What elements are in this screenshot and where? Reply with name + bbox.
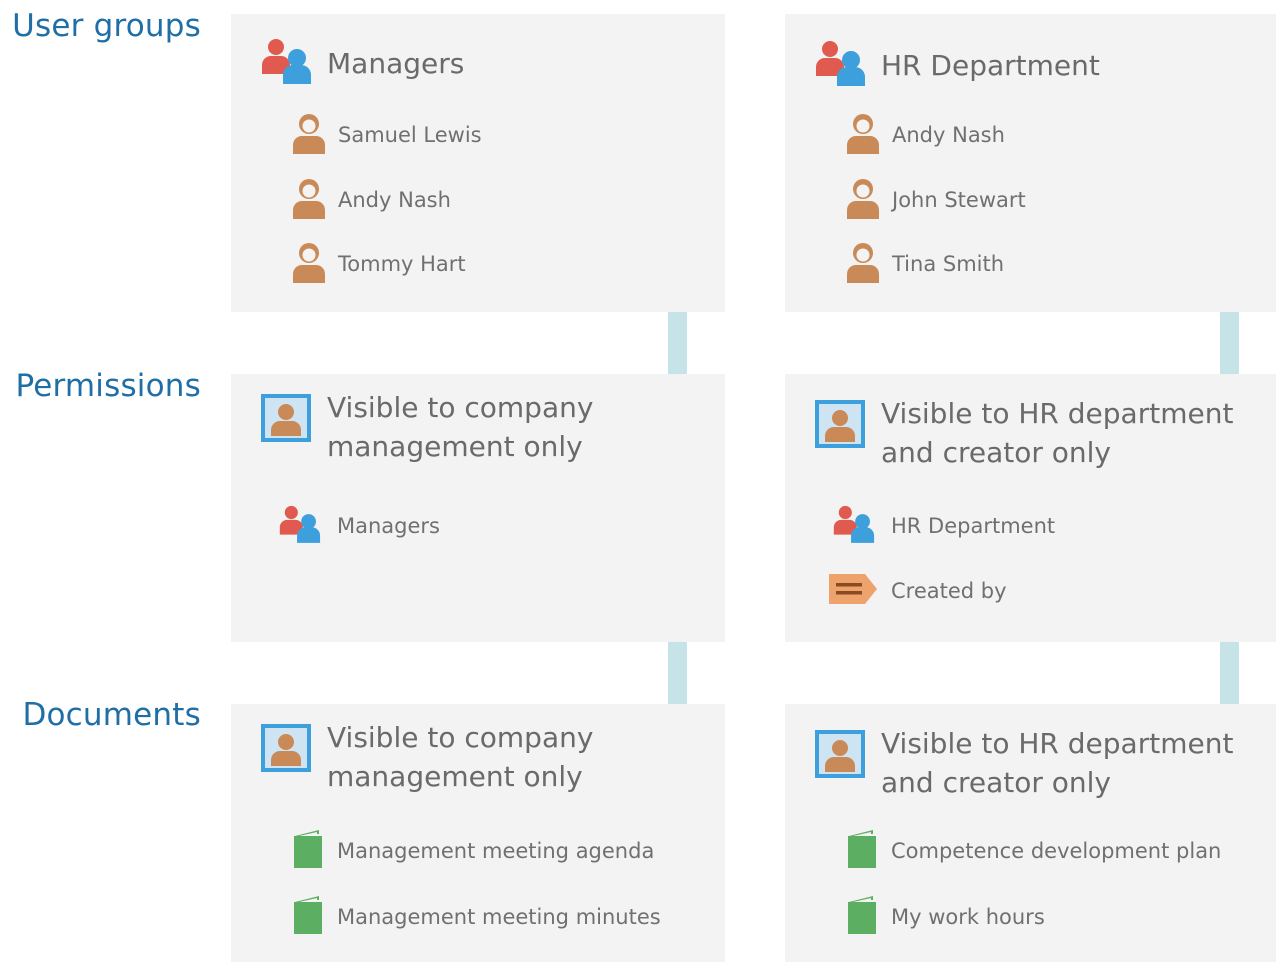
document-name: Competence development plan: [891, 839, 1222, 863]
group-member: Samuel Lewis: [292, 112, 482, 158]
document-icon: [845, 894, 879, 940]
user-group-icon: [833, 504, 879, 548]
permission-header: Visible to HR department and creator onl…: [815, 397, 1271, 472]
person-icon: [292, 177, 326, 223]
document-group-title: Visible to HR department and creator onl…: [881, 727, 1234, 799]
document-card-hr: Visible to HR department and creator onl…: [785, 704, 1276, 962]
permission-item: HR Department: [833, 504, 1055, 548]
permission-item-label: Managers: [337, 514, 440, 538]
document-group-header: Visible to HR department and creator onl…: [815, 727, 1271, 802]
section-label-permissions: Permissions: [15, 368, 201, 404]
connector-line: [668, 642, 687, 704]
permission-title: Visible to HR department and creator onl…: [881, 397, 1234, 469]
person-icon: [846, 177, 880, 223]
permission-profile-icon: [815, 730, 865, 782]
member-name: John Stewart: [892, 188, 1026, 212]
permission-profile-icon: [815, 400, 865, 452]
person-icon: [846, 112, 880, 158]
created-by-tag-icon: [827, 572, 879, 610]
user-group-icon: [261, 38, 317, 88]
section-label-user-groups: User groups: [12, 8, 201, 44]
section-label-documents: Documents: [22, 697, 201, 733]
member-name: Andy Nash: [338, 188, 451, 212]
document-name: My work hours: [891, 905, 1045, 929]
member-name: Andy Nash: [892, 123, 1005, 147]
person-icon: [292, 241, 326, 287]
group-member: Andy Nash: [846, 112, 1005, 158]
permission-profile-icon: [261, 724, 311, 776]
user-group-header: HR Department: [815, 40, 1100, 90]
document-item[interactable]: My work hours: [845, 894, 1045, 940]
permission-profile-icon: [261, 394, 311, 446]
user-group-icon: [279, 504, 325, 548]
document-card-management: Visible to company management only Manag…: [231, 704, 725, 962]
document-item[interactable]: Management meeting agenda: [291, 828, 654, 874]
document-icon: [291, 828, 325, 874]
user-group-card-managers: Managers Samuel Lewis Andy Nash Tommy Ha…: [231, 14, 725, 312]
group-title: Managers: [327, 46, 465, 80]
person-icon: [846, 241, 880, 287]
connector-line: [668, 312, 687, 374]
document-icon: [291, 894, 325, 940]
member-name: Tommy Hart: [338, 252, 466, 276]
document-group-header: Visible to company management only: [261, 721, 717, 796]
permission-title: Visible to company management only: [327, 391, 594, 463]
document-group-title: Visible to company management only: [327, 721, 594, 793]
document-item[interactable]: Competence development plan: [845, 828, 1221, 874]
member-name: Tina Smith: [892, 252, 1005, 276]
group-member: Tommy Hart: [292, 241, 466, 287]
connector-line: [1220, 642, 1239, 704]
group-member: Andy Nash: [292, 177, 451, 223]
person-icon: [292, 112, 326, 158]
permission-header: Visible to company management only: [261, 391, 717, 466]
group-member: John Stewart: [846, 177, 1026, 223]
permission-item: Managers: [279, 504, 440, 548]
member-name: Samuel Lewis: [338, 123, 482, 147]
user-group-card-hr-department: HR Department Andy Nash John Stewart Tin…: [785, 14, 1276, 312]
permission-item-label: HR Department: [891, 514, 1056, 538]
document-item[interactable]: Management meeting minutes: [291, 894, 661, 940]
group-title: HR Department: [881, 48, 1100, 82]
document-name: Management meeting agenda: [337, 839, 655, 863]
permission-item-label: Created by: [891, 579, 1007, 603]
user-group-icon: [815, 40, 871, 90]
group-member: Tina Smith: [846, 241, 1004, 287]
user-group-header: Managers: [261, 38, 464, 88]
permission-card-management: Visible to company management only Manag…: [231, 374, 725, 642]
connector-line: [1220, 312, 1239, 374]
permission-item: Created by: [827, 572, 1007, 610]
permission-card-hr: Visible to HR department and creator onl…: [785, 374, 1276, 642]
document-icon: [845, 828, 879, 874]
document-name: Management meeting minutes: [337, 905, 661, 929]
